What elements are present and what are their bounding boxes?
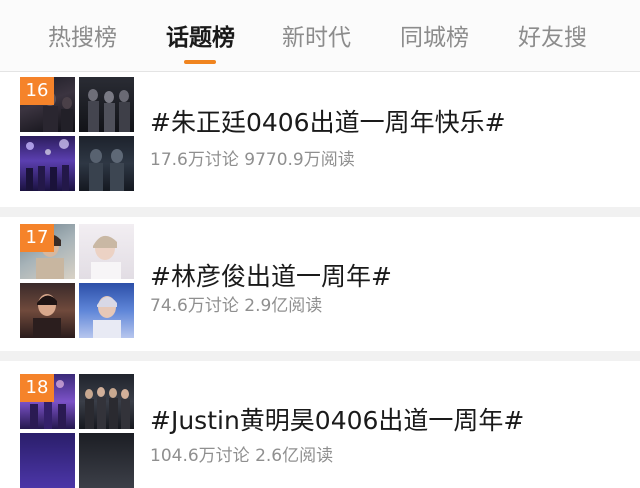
tab-hot-search[interactable]: 热搜榜 <box>48 18 117 58</box>
row-divider <box>0 351 640 361</box>
stage-photo-graphic <box>89 149 124 191</box>
active-tab-indicator <box>184 60 216 64</box>
topic-row-18[interactable]: 18 #Justin黄明昊0406出道一周年# 104.6万讨论 2.6亿阅读 <box>0 361 640 488</box>
topic-stats: 74.6万讨论 2.9亿阅读 <box>150 296 323 316</box>
thumbnail-image <box>20 283 75 338</box>
row-divider <box>0 207 640 217</box>
portrait-photo-graphic <box>93 296 121 338</box>
topic-title[interactable]: #Justin黄明昊0406出道一周年# <box>150 401 524 437</box>
thumbnail-image <box>79 283 134 338</box>
tab-topics[interactable]: 话题榜 <box>166 18 235 58</box>
tab-local[interactable]: 同城榜 <box>400 18 469 58</box>
topic-row-17[interactable]: 17 #林彦俊出道一周年# 74.6万讨论 2.9亿阅读 <box>0 217 640 351</box>
thumbnail-image <box>79 136 134 191</box>
topic-stats: 104.6万讨论 2.6亿阅读 <box>150 446 334 466</box>
rank-badge: 16 <box>20 77 54 105</box>
rank-badge: 18 <box>20 374 54 402</box>
thumbnail-image <box>20 136 75 191</box>
thumbnail-image <box>79 433 134 488</box>
thumbnail-image <box>20 433 75 488</box>
topic-title[interactable]: #朱正廷0406出道一周年快乐# <box>150 103 506 139</box>
portrait-photo-graphic <box>91 235 121 279</box>
topic-row-16[interactable]: 16 #朱正廷0406出道一周年快乐# 17.6万讨论 9770.9万阅读 <box>0 73 640 207</box>
tab-new-era[interactable]: 新时代 <box>282 18 351 58</box>
stage-photo-graphic <box>88 89 130 132</box>
topic-title[interactable]: #林彦俊出道一周年# <box>150 257 392 293</box>
thumbnail-image <box>79 374 134 429</box>
tab-friends[interactable]: 好友搜 <box>518 18 587 58</box>
topic-stats: 17.6万讨论 9770.9万阅读 <box>150 150 355 170</box>
thumbnail-image <box>79 224 134 279</box>
portrait-photo-graphic <box>33 294 61 338</box>
topic-thumbnail-grid: 18 <box>20 374 134 488</box>
rank-badge: 17 <box>20 224 54 252</box>
topic-thumbnail-grid: 17 <box>20 224 134 338</box>
concert-photo-graphic <box>26 139 69 191</box>
tab-bar: 热搜榜 话题榜 新时代 同城榜 好友搜 <box>0 0 640 72</box>
group-photo-graphic <box>85 387 130 429</box>
topic-thumbnail-grid: 16 <box>20 77 134 191</box>
thumbnail-image <box>79 77 134 132</box>
